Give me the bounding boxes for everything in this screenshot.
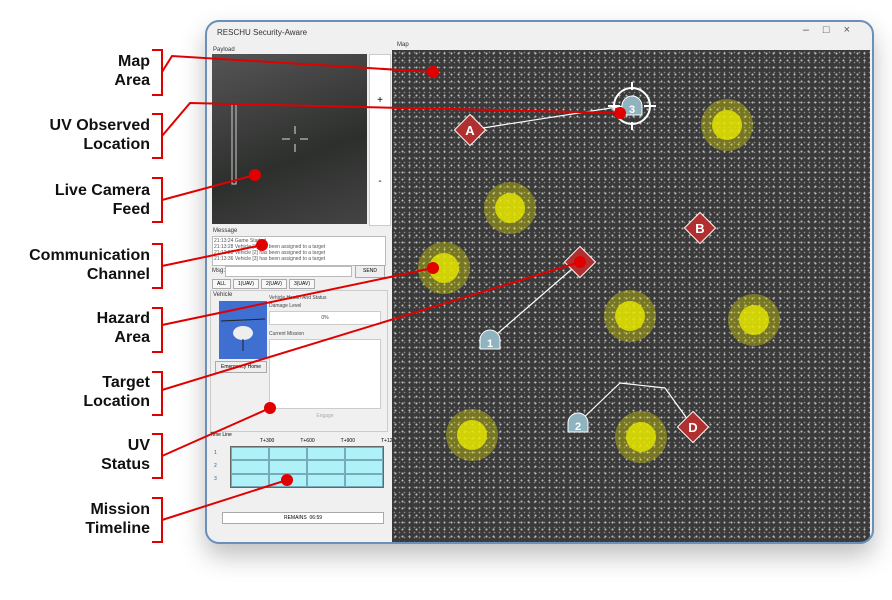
target-marker[interactable]: D [676,410,710,444]
uvs: 1 2 3 [479,95,643,433]
hazard-area [446,409,498,461]
target-marker[interactable]: B [683,211,717,245]
targets: ABCD [453,113,717,444]
hazard-area [418,242,470,294]
uv-marker[interactable]: 2 [567,412,589,433]
target-marker[interactable]: A [453,113,487,147]
uv-label: 1 [487,338,493,350]
target-label: D [688,420,697,435]
overlay: ABCD 123 [152,49,780,543]
hazard-area [615,411,667,463]
uv-label: 3 [629,104,635,116]
target-label: B [695,221,704,236]
uv-label: 2 [575,421,581,433]
target-label: A [465,123,475,138]
hazard-area [484,182,536,234]
hazard-areas [418,99,780,463]
callout-lines [152,49,621,543]
hazard-area [701,99,753,151]
hazard-area [604,290,656,342]
uv-marker[interactable]: 1 [479,329,501,350]
hazard-area [728,294,780,346]
